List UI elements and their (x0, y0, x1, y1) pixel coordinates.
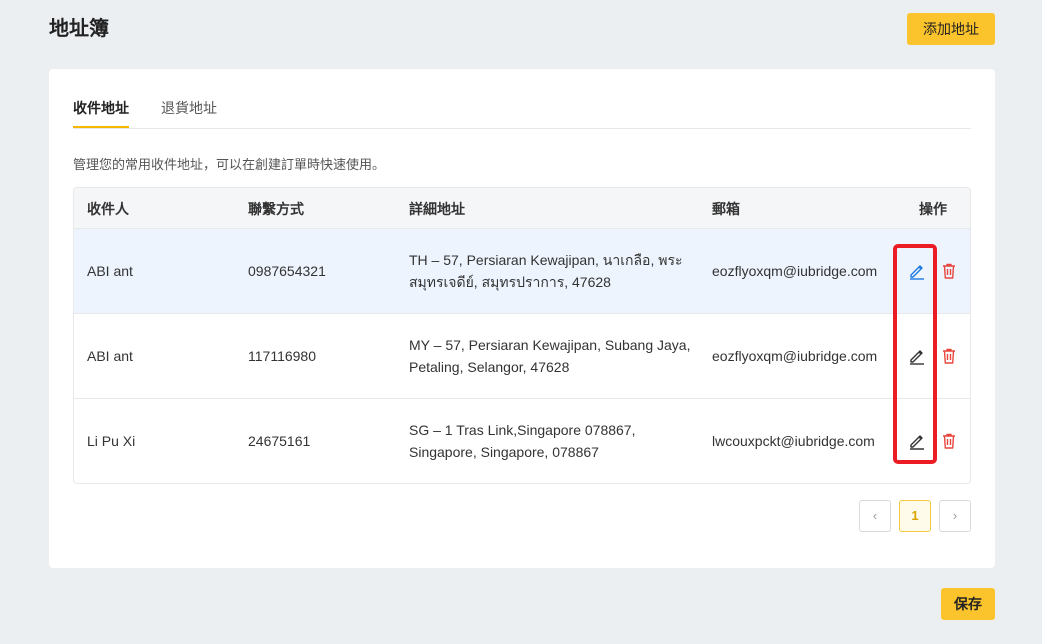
save-button[interactable]: 保存 (941, 588, 995, 620)
tab-shipping-address[interactable]: 收件地址 (73, 98, 129, 118)
table-header: 收件人 聯繫方式 詳細地址 郵箱 操作 (74, 188, 970, 229)
page-title: 地址簿 (49, 18, 109, 40)
add-address-button[interactable]: 添加地址 (907, 13, 995, 45)
trash-icon[interactable] (940, 347, 958, 365)
page-description: 管理您的常用收件地址，可以在創建訂單時快速使用。 (73, 157, 386, 172)
recipient-address: SG – 1 Tras Link,Singapore 078867, Singa… (409, 422, 636, 460)
column-header-actions: 操作 (919, 201, 947, 217)
recipient-email: lwcouxpckt@iubridge.com (712, 433, 875, 449)
table-row: ABI ant 117116980 MY – 57, Persiaran Kew… (74, 314, 970, 399)
recipient-phone: 117116980 (248, 348, 316, 364)
prev-page-button[interactable]: ‹ (859, 500, 891, 532)
address-table: 收件人 聯繫方式 詳細地址 郵箱 操作 ABI ant 0987654321 T… (73, 187, 971, 484)
trash-icon[interactable] (940, 432, 958, 450)
tab-return-address[interactable]: 退貨地址 (161, 98, 217, 118)
recipient-email: eozflyoxqm@iubridge.com (712, 263, 878, 279)
active-tab-indicator (73, 126, 129, 128)
page-1-button[interactable]: 1 (899, 500, 931, 532)
table-row: Li Pu Xi 24675161 SG – 1 Tras Link,Singa… (74, 399, 970, 483)
recipient-email: eozflyoxqm@iubridge.com (712, 348, 878, 364)
recipient-address: MY – 57, Persiaran Kewajipan, Subang Jay… (409, 337, 691, 375)
column-header-recipient: 收件人 (87, 201, 129, 217)
recipient-name: ABI ant (87, 348, 133, 364)
recipient-phone: 24675161 (248, 433, 311, 449)
table-row: ABI ant 0987654321 TH – 57, Persiaran Ke… (74, 229, 970, 314)
edit-icon[interactable] (908, 347, 926, 365)
edit-icon[interactable] (908, 262, 926, 280)
trash-icon[interactable] (940, 262, 958, 280)
recipient-phone: 0987654321 (248, 263, 326, 279)
tab-bar: 收件地址 退貨地址 (73, 69, 971, 129)
column-header-email: 郵箱 (712, 201, 740, 217)
recipient-name: Li Pu Xi (87, 433, 136, 449)
column-header-contact: 聯繫方式 (248, 201, 304, 217)
edit-icon[interactable] (908, 432, 926, 450)
next-page-button[interactable]: › (939, 500, 971, 532)
address-card: 收件地址 退貨地址 管理您的常用收件地址，可以在創建訂單時快速使用。 收件人 聯… (49, 69, 995, 568)
recipient-address: TH – 57, Persiaran Kewajipan, นาเกลือ, พ… (409, 252, 683, 290)
recipient-name: ABI ant (87, 263, 133, 279)
column-header-address: 詳細地址 (409, 201, 465, 217)
